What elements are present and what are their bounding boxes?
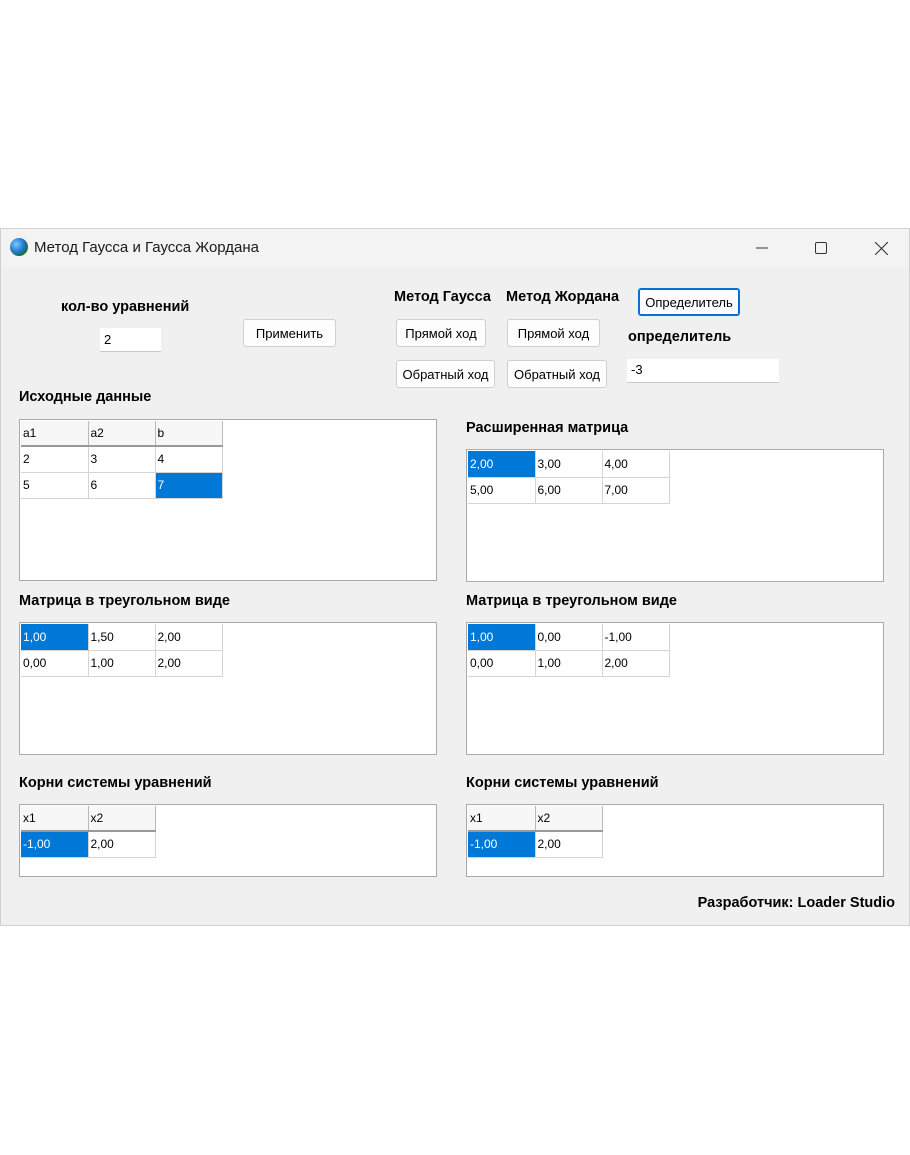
jordan-backward-button[interactable]: Обратный ход (507, 360, 607, 388)
table-row: 0,00 1,00 2,00 (468, 650, 670, 677)
triangular-matrix-jordan-label: Матрица в треугольном виде (466, 593, 677, 609)
grid-cell-selected[interactable]: 1,00 (468, 624, 536, 651)
jordan-method-label: Метод Жордана (506, 289, 620, 305)
table-row: 5,00 6,00 7,00 (468, 477, 670, 504)
roots-gauss-label: Корни системы уравнений (19, 775, 212, 791)
minimize-icon (756, 247, 768, 249)
grid-cell-selected[interactable]: 2,00 (468, 451, 536, 478)
column-header-a2[interactable]: a2 (88, 421, 156, 447)
grid-cell[interactable]: 2,00 (602, 650, 670, 677)
table-row: 0,00 1,00 2,00 (21, 650, 223, 677)
title-bar: Метод Гаусса и Гаусса Жордана (1, 229, 909, 267)
globe-icon (10, 238, 28, 256)
grid-cell[interactable]: 2,00 (88, 831, 156, 858)
grid-cell[interactable]: 6 (88, 472, 156, 499)
grid-cell[interactable]: 1,00 (535, 650, 603, 677)
grid-cell[interactable]: 7,00 (602, 477, 670, 504)
triangular-matrix-gauss-label: Матрица в треугольном виде (19, 593, 230, 609)
roots-jordan-label: Корни системы уравнений (466, 775, 659, 791)
grid-cell[interactable]: 1,50 (88, 624, 156, 651)
grid-cell[interactable]: 6,00 (535, 477, 603, 504)
determinant-button[interactable]: Определитель (638, 288, 740, 316)
column-header-x2[interactable]: x2 (88, 806, 156, 832)
roots-jordan-grid[interactable]: x1 x2 -1,00 2,00 (466, 804, 884, 877)
column-header-x2[interactable]: x2 (535, 806, 603, 832)
window-title: Метод Гаусса и Гаусса Жордана (34, 239, 260, 256)
table-row: 2,00 3,00 4,00 (468, 451, 670, 478)
table-row: 1,00 1,50 2,00 (21, 624, 223, 651)
jordan-forward-button[interactable]: Прямой ход (507, 319, 600, 347)
grid-cell-selected[interactable]: -1,00 (468, 831, 536, 858)
gauss-method-label: Метод Гаусса (394, 289, 491, 305)
close-icon (874, 241, 888, 255)
grid-cell-selected[interactable]: -1,00 (21, 831, 89, 858)
roots-gauss-grid[interactable]: x1 x2 -1,00 2,00 (19, 804, 437, 877)
equation-count-input[interactable]: 2 (100, 328, 161, 352)
table-row: 2 3 4 (21, 446, 223, 473)
close-button[interactable] (858, 229, 904, 267)
determinant-label: определитель (628, 329, 732, 345)
grid-cell[interactable]: 4 (155, 446, 223, 473)
extended-matrix-grid[interactable]: 2,00 3,00 4,00 5,00 6,00 7,00 (466, 449, 884, 582)
triangular-matrix-jordan-grid[interactable]: 1,00 0,00 -1,00 0,00 1,00 2,00 (466, 622, 884, 755)
app-window: Метод Гаусса и Гаусса Жордана кол-во ура… (0, 228, 910, 926)
table-row: -1,00 2,00 (21, 831, 156, 858)
grid-cell[interactable]: 1,00 (88, 650, 156, 677)
apply-button[interactable]: Применить (243, 319, 336, 347)
source-data-grid[interactable]: a1 a2 b 2 3 4 5 6 7 (19, 419, 437, 581)
column-header-a1[interactable]: a1 (21, 421, 89, 447)
grid-cell[interactable]: 5 (21, 472, 89, 499)
grid-cell[interactable]: 5,00 (468, 477, 536, 504)
table-row: -1,00 2,00 (468, 831, 603, 858)
equation-count-label: кол-во уравнений (61, 299, 190, 315)
grid-cell[interactable]: 0,00 (535, 624, 603, 651)
table-row: 1,00 0,00 -1,00 (468, 624, 670, 651)
column-header-x1[interactable]: x1 (468, 806, 536, 832)
grid-cell[interactable]: 4,00 (602, 451, 670, 478)
determinant-field[interactable]: -3 (627, 359, 779, 383)
grid-cell[interactable]: 2,00 (155, 650, 223, 677)
gauss-forward-button[interactable]: Прямой ход (396, 319, 486, 347)
grid-cell-selected[interactable]: 1,00 (21, 624, 89, 651)
extended-matrix-label: Расширенная матрица (466, 420, 629, 436)
minimize-button[interactable] (739, 229, 785, 267)
table-row: 5 6 7 (21, 472, 223, 499)
grid-cell[interactable]: 2,00 (155, 624, 223, 651)
maximize-button[interactable] (798, 229, 844, 267)
grid-cell[interactable]: 2 (21, 446, 89, 473)
developer-credit: Разработчик: Loader Studio (697, 895, 895, 911)
grid-cell-selected[interactable]: 7 (155, 472, 223, 499)
grid-cell[interactable]: 3,00 (535, 451, 603, 478)
gauss-backward-button[interactable]: Обратный ход (396, 360, 495, 388)
source-data-label: Исходные данные (19, 389, 152, 405)
maximize-icon (815, 242, 827, 254)
grid-cell[interactable]: 0,00 (21, 650, 89, 677)
grid-cell[interactable]: 3 (88, 446, 156, 473)
column-header-x1[interactable]: x1 (21, 806, 89, 832)
triangular-matrix-gauss-grid[interactable]: 1,00 1,50 2,00 0,00 1,00 2,00 (19, 622, 437, 755)
grid-cell[interactable]: 0,00 (468, 650, 536, 677)
grid-cell[interactable]: 2,00 (535, 831, 603, 858)
column-header-b[interactable]: b (155, 421, 223, 447)
grid-cell[interactable]: -1,00 (602, 624, 670, 651)
